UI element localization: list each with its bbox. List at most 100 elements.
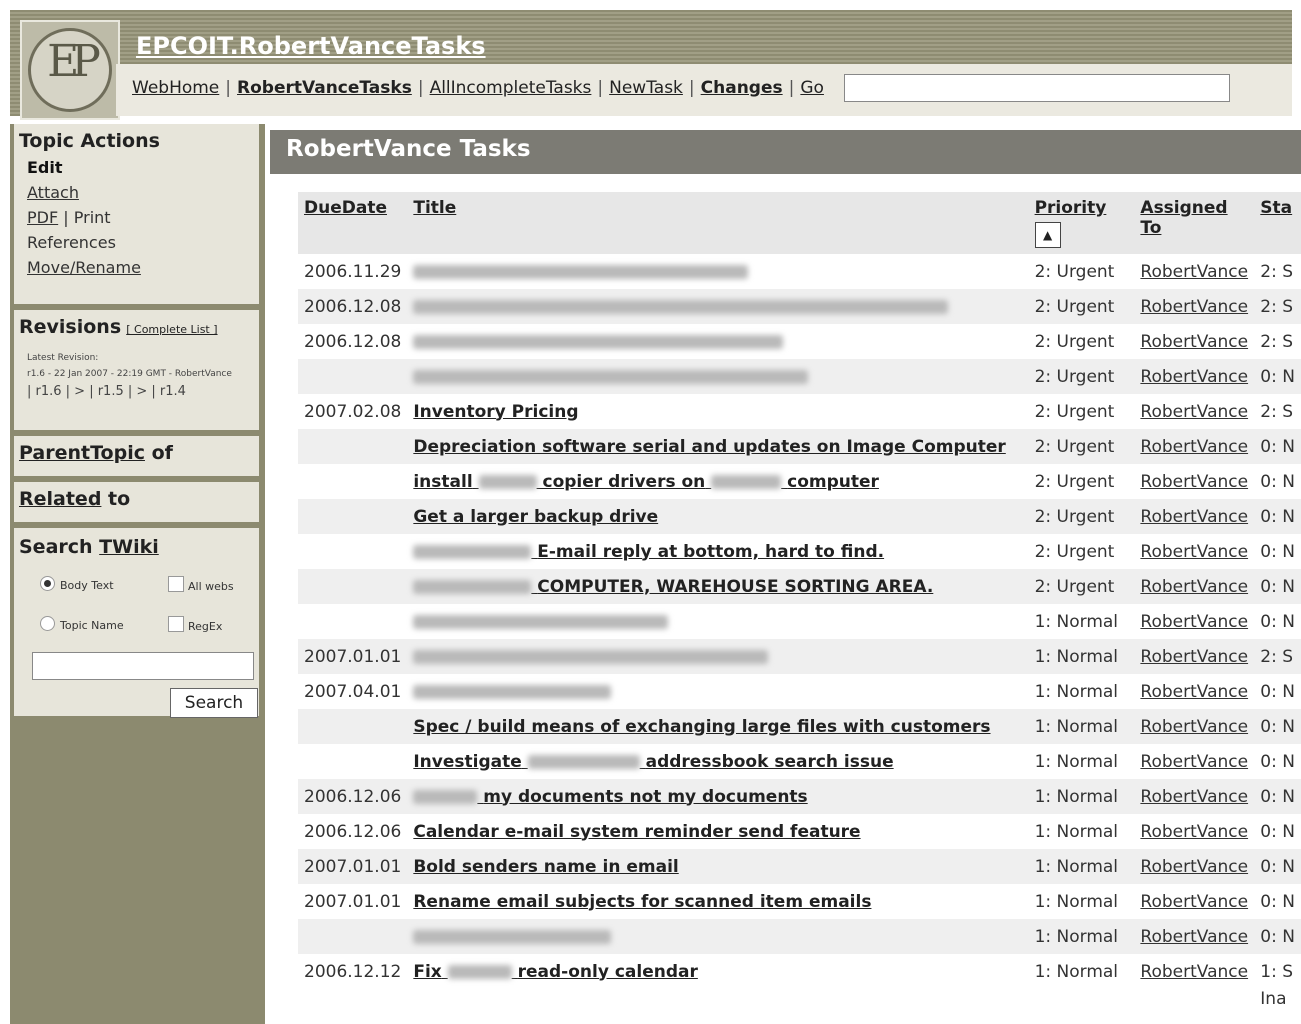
nav-go-link[interactable]: Go xyxy=(800,78,824,98)
col-priority-header[interactable]: Priority ▲ xyxy=(1028,192,1135,254)
assigned-to-link[interactable]: RobertVance xyxy=(1134,814,1255,849)
col-status-header[interactable]: Sta xyxy=(1254,192,1301,254)
topic-name-radio[interactable] xyxy=(40,616,55,631)
task-title-text[interactable]: E-mail reply at bottom, hard to find. xyxy=(537,542,884,562)
task-title-text[interactable]: read-only calendar xyxy=(518,962,698,982)
task-title-cell[interactable]: E-mail reply at bottom, hard to find. xyxy=(407,534,1029,569)
assigned-to-link[interactable]: RobertVance xyxy=(1134,674,1255,709)
nav-newtask-link[interactable]: NewTask xyxy=(609,78,683,98)
search-input[interactable] xyxy=(32,652,254,680)
task-title-text[interactable]: addressbook search issue xyxy=(646,752,894,772)
nav-robertvancetasks-link[interactable]: RobertVanceTasks xyxy=(237,78,412,98)
assigned-to-link[interactable]: RobertVance xyxy=(1134,569,1255,604)
edit-link[interactable]: Edit xyxy=(27,154,259,181)
references-link[interactable]: References xyxy=(27,229,259,256)
assigned-to-link[interactable]: RobertVance xyxy=(1134,604,1255,639)
site-logo[interactable]: EP xyxy=(20,20,120,120)
task-title-cell[interactable] xyxy=(407,604,1029,639)
print-link[interactable]: Print xyxy=(74,208,111,227)
task-title-cell[interactable] xyxy=(407,324,1029,359)
task-title-cell[interactable]: install copier drivers on computer xyxy=(407,464,1029,499)
all-webs-checkbox[interactable] xyxy=(168,576,184,592)
search-button[interactable]: Search xyxy=(170,688,258,718)
task-title-cell[interactable] xyxy=(407,254,1029,289)
task-title-text[interactable]: Investigate xyxy=(413,752,521,772)
assigned-to-link[interactable]: RobertVance xyxy=(1134,499,1255,534)
search-twiki-link[interactable]: TWiki xyxy=(99,536,159,558)
related-link[interactable]: Related xyxy=(19,488,101,510)
assigned-to-link[interactable]: RobertVance xyxy=(1134,359,1255,394)
task-title-cell[interactable]: my documents not my documents xyxy=(407,779,1029,814)
empty-cell xyxy=(298,989,408,1009)
task-title-cell[interactable] xyxy=(407,919,1029,954)
task-title-cell[interactable]: Inventory Pricing xyxy=(407,394,1029,429)
sort-ascending-icon[interactable]: ▲ xyxy=(1034,222,1061,248)
task-title-text[interactable]: COMPUTER, WAREHOUSE SORTING AREA. xyxy=(537,577,933,597)
priority-cell: 1: Normal xyxy=(1028,674,1135,709)
redacted-text xyxy=(413,264,749,279)
task-title-cell[interactable]: Rename email subjects for scanned item e… xyxy=(407,884,1029,919)
task-title-cell[interactable]: Calendar e-mail system reminder send fea… xyxy=(407,814,1029,849)
task-title-text[interactable]: Calendar e-mail system reminder send fea… xyxy=(413,822,860,842)
assigned-to-link[interactable]: RobertVance xyxy=(1134,394,1255,429)
col-title-header[interactable]: Title xyxy=(407,192,1029,254)
col-duedate-header[interactable]: DueDate xyxy=(298,192,408,254)
task-title-text[interactable]: Get a larger backup drive xyxy=(413,507,658,527)
task-title-cell[interactable] xyxy=(407,674,1029,709)
assigned-to-link[interactable]: RobertVance xyxy=(1134,254,1255,289)
task-title-text[interactable]: computer xyxy=(787,472,879,492)
due-date-cell xyxy=(298,464,408,499)
assigned-to-link[interactable]: RobertVance xyxy=(1134,324,1255,359)
complete-list-link[interactable]: [ Complete List ] xyxy=(126,323,217,336)
task-title-text[interactable]: Bold senders name in email xyxy=(413,857,678,877)
task-title-cell[interactable]: Bold senders name in email xyxy=(407,849,1029,884)
task-title-text[interactable]: Rename email subjects for scanned item e… xyxy=(413,892,871,912)
task-title-cell[interactable]: COMPUTER, WAREHOUSE SORTING AREA. xyxy=(407,569,1029,604)
site-title-link[interactable]: EPCOIT.RobertVanceTasks xyxy=(136,32,486,60)
attach-link[interactable]: Attach xyxy=(27,179,259,206)
parent-topic-link[interactable]: ParentTopic xyxy=(19,442,145,464)
task-title-cell[interactable] xyxy=(407,359,1029,394)
task-title-cell[interactable] xyxy=(407,639,1029,674)
assigned-to-link[interactable]: RobertVance xyxy=(1134,534,1255,569)
task-title-text[interactable]: Inventory Pricing xyxy=(413,402,578,422)
task-title-cell[interactable]: Investigate addressbook search issue xyxy=(407,744,1029,779)
task-title-text[interactable]: Depreciation software serial and updates… xyxy=(413,437,1005,457)
assigned-to-link[interactable]: RobertVance xyxy=(1134,919,1255,954)
task-title-cell[interactable]: Fix read-only calendar xyxy=(407,954,1029,989)
assigned-to-link[interactable]: RobertVance xyxy=(1134,954,1255,989)
task-title-cell[interactable]: Depreciation software serial and updates… xyxy=(407,429,1029,464)
status-cell: 2: S xyxy=(1254,254,1301,289)
task-title-cell[interactable]: Spec / build means of exchanging large f… xyxy=(407,709,1029,744)
due-date-cell: 2007.01.01 xyxy=(298,884,408,919)
priority-header-label[interactable]: Priority xyxy=(1035,198,1129,218)
body-text-radio[interactable] xyxy=(40,576,55,591)
empty-cell xyxy=(1134,989,1255,1009)
assigned-to-link[interactable]: RobertVance xyxy=(1134,884,1255,919)
go-input[interactable] xyxy=(844,74,1230,102)
assigned-to-link[interactable]: RobertVance xyxy=(1134,709,1255,744)
assigned-to-link[interactable]: RobertVance xyxy=(1134,779,1255,814)
task-title-cell[interactable] xyxy=(407,289,1029,324)
task-title-text[interactable]: install xyxy=(413,472,472,492)
regex-checkbox[interactable] xyxy=(168,616,184,632)
nav-webhome-link[interactable]: WebHome xyxy=(132,78,219,98)
assigned-to-link[interactable]: RobertVance xyxy=(1134,289,1255,324)
table-header-row: DueDate Title Priority ▲ Assigned To Sta xyxy=(298,192,1301,254)
assigned-to-link[interactable]: RobertVance xyxy=(1134,849,1255,884)
task-title-text[interactable]: Spec / build means of exchanging large f… xyxy=(413,717,990,737)
priority-cell: 2: Urgent xyxy=(1028,359,1135,394)
assigned-to-link[interactable]: RobertVance xyxy=(1134,639,1255,674)
task-title-text[interactable]: my documents not my documents xyxy=(483,787,807,807)
assigned-to-link[interactable]: RobertVance xyxy=(1134,429,1255,464)
task-title-text[interactable]: Fix xyxy=(413,962,441,982)
task-title-cell[interactable]: Get a larger backup drive xyxy=(407,499,1029,534)
move-rename-link[interactable]: Move/Rename xyxy=(27,254,259,281)
pdf-link[interactable]: PDF xyxy=(27,208,58,227)
nav-allincompletetasks-link[interactable]: AllIncompleteTasks xyxy=(430,78,592,98)
nav-changes-link[interactable]: Changes xyxy=(701,78,783,98)
assigned-to-link[interactable]: RobertVance xyxy=(1134,744,1255,779)
col-assigned-header[interactable]: Assigned To xyxy=(1134,192,1255,254)
assigned-to-link[interactable]: RobertVance xyxy=(1134,464,1255,499)
task-title-text[interactable]: copier drivers on xyxy=(543,472,706,492)
